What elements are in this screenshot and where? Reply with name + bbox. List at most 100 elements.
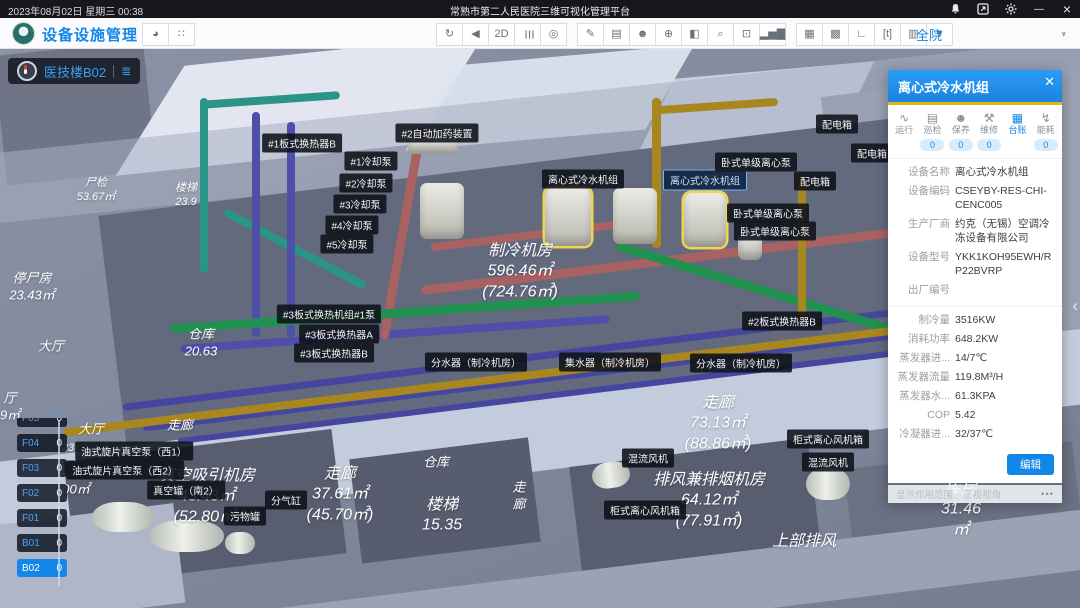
divider bbox=[113, 65, 114, 78]
equipment-label[interactable]: 真空罐（南2） bbox=[147, 481, 225, 500]
camera-icon: ◧ bbox=[689, 29, 699, 40]
label-line: 制冷机房 bbox=[482, 241, 558, 261]
tab-ledger[interactable]: ▦台账 bbox=[1003, 111, 1031, 154]
label-line: 混流风机 bbox=[808, 455, 848, 470]
equipment-label-selected[interactable]: 离心式冷水机组 bbox=[663, 170, 747, 191]
floor-scrollbar[interactable] bbox=[58, 420, 60, 586]
equipment-label[interactable]: 分气缸 bbox=[265, 491, 307, 510]
equipment-label[interactable]: #1板式换热器B bbox=[262, 134, 342, 153]
field-value: 5.42 bbox=[955, 408, 1054, 422]
equipment-label[interactable]: 分水器（制冷机房） bbox=[690, 354, 792, 373]
tab-run[interactable]: ∿运行 bbox=[890, 111, 918, 154]
equipment-label[interactable]: #2冷却泵 bbox=[339, 174, 392, 193]
measure-icon: ✎ bbox=[586, 29, 595, 40]
floor-label: F04 bbox=[22, 438, 39, 449]
equipment-label[interactable]: 混流风机 bbox=[622, 449, 674, 468]
pie-chart-button[interactable]: ◕ bbox=[142, 23, 169, 46]
label-line: 上部排风 bbox=[772, 532, 836, 552]
tool-globe-button[interactable]: ⊕ bbox=[655, 23, 682, 46]
label-line: 分气缸 bbox=[271, 493, 301, 508]
equipment-label[interactable]: #2自动加药装置 bbox=[395, 124, 478, 143]
tab-inspection[interactable]: ▤巡检0 bbox=[918, 111, 946, 154]
vacuum-pump-model bbox=[92, 502, 154, 532]
equipment-label[interactable]: 配电箱 bbox=[816, 115, 858, 134]
panel-body: ∿运行▤巡检0☻保养0⚒维修0▦台账↯能耗0 设备名称离心式冷水机组设备编码CS… bbox=[888, 105, 1062, 483]
tab-energy[interactable]: ↯能耗0 bbox=[1032, 111, 1060, 154]
equipment-label[interactable]: 配电箱 bbox=[851, 144, 893, 163]
equipment-label[interactable]: 油式旋片真空泵（西1） bbox=[75, 442, 193, 461]
tool-finance-button[interactable]: ▩ bbox=[822, 23, 849, 46]
equipment-label[interactable]: 卧式单级离心泵 bbox=[727, 204, 809, 223]
equipment-label[interactable]: #1冷却泵 bbox=[344, 152, 397, 171]
field-label: 消耗功率 bbox=[894, 332, 955, 346]
equipment-label[interactable]: 油式旋片真空泵（西2） bbox=[66, 461, 184, 480]
equipment-label[interactable]: 卧式单级离心泵 bbox=[734, 222, 816, 241]
equipment-label[interactable]: #3冷却泵 bbox=[333, 195, 386, 214]
equipment-label[interactable]: 分水器（制冷机房） bbox=[425, 353, 527, 372]
tab-upkeep[interactable]: ☻保养0 bbox=[947, 111, 975, 154]
upkeep-icon: ☻ bbox=[947, 111, 975, 125]
equipment-label[interactable]: 卧式单级离心泵 bbox=[715, 153, 797, 172]
equipment-label[interactable]: 离心式冷水机组 bbox=[542, 170, 624, 189]
tool-id-card-button[interactable]: ▤ bbox=[603, 23, 630, 46]
tool-layer-sliders-button[interactable]: ☰ bbox=[514, 23, 541, 46]
equipment-label[interactable]: 配电箱 bbox=[794, 172, 836, 191]
tool-search-button[interactable]: ⌕ bbox=[707, 23, 734, 46]
equipment-label[interactable]: 柜式离心风机箱 bbox=[604, 501, 686, 520]
close-icon[interactable]: ✕ bbox=[1044, 74, 1055, 90]
label-line: ㎡ bbox=[941, 520, 981, 540]
panel-title: 离心式冷水机组 bbox=[888, 77, 989, 96]
equipment-label[interactable]: 混流风机 bbox=[802, 453, 854, 472]
minimize-icon[interactable]: — bbox=[1032, 2, 1046, 16]
tab-label: 运行 bbox=[890, 125, 918, 136]
field-label: COP bbox=[894, 408, 955, 422]
tool-mode-2d-button[interactable]: 2D bbox=[488, 23, 515, 46]
tool-camera-button[interactable]: ◧ bbox=[681, 23, 708, 46]
tool-person-button[interactable]: ☻ bbox=[629, 23, 656, 46]
equipment-label[interactable]: 污物罐 bbox=[224, 507, 266, 526]
bell-icon[interactable] bbox=[948, 2, 962, 16]
equipment-label[interactable]: #5冷却泵 bbox=[320, 235, 373, 254]
minimap-controls[interactable]: ‒ ↗ bbox=[44, 410, 61, 421]
building-badge[interactable]: 医技楼B02 ≣ bbox=[8, 58, 140, 84]
panel-footer: 显示作用范围正视视角 ••• bbox=[888, 485, 1062, 503]
edit-button[interactable]: 编辑 bbox=[1007, 454, 1054, 475]
label-line: 配电箱 bbox=[822, 117, 852, 132]
equipment-label[interactable]: 柜式离心风机箱 bbox=[787, 430, 869, 449]
scope-dropdown[interactable]: 全院 ▾ bbox=[916, 25, 1066, 44]
label-line: 排风兼排烟机房 bbox=[653, 470, 765, 490]
more-options-icon[interactable]: ••• bbox=[1041, 489, 1054, 500]
footer-option[interactable]: 正视视角 bbox=[963, 487, 1001, 501]
list-icon[interactable]: ≣ bbox=[121, 64, 131, 78]
equipment-label[interactable]: #2板式换热器B bbox=[742, 312, 822, 331]
label-line: 真空罐（南2） bbox=[153, 483, 219, 498]
equipment-label[interactable]: #3板式换热机组#1泵 bbox=[277, 305, 381, 324]
equipment-label[interactable]: #4冷却泵 bbox=[325, 216, 378, 235]
footer-option[interactable]: 显示作用范围 bbox=[896, 487, 953, 501]
tool-edit-box-button[interactable]: ⊡ bbox=[733, 23, 760, 46]
equipment-label[interactable]: #3板式换热器A bbox=[299, 325, 379, 344]
tool-reset-view-button[interactable]: ↻ bbox=[436, 23, 463, 46]
label-line: 配电箱 bbox=[857, 146, 887, 161]
field-value: 61.3KPA bbox=[955, 389, 1054, 403]
equipment-label[interactable]: 集水器（制冷机房） bbox=[559, 353, 661, 372]
chiller-model bbox=[613, 188, 657, 244]
screenshot-icon[interactable] bbox=[976, 2, 990, 16]
settings-gear-icon[interactable] bbox=[1004, 2, 1018, 16]
tool-visibility-button[interactable]: ◎ bbox=[540, 23, 567, 46]
detail-row: 蒸发器进...14/7℃ bbox=[894, 351, 1054, 365]
tool-select-arrow-button[interactable]: ◀ bbox=[462, 23, 489, 46]
room-label: 走廊 bbox=[167, 418, 193, 435]
tool-table-button[interactable]: ▦ bbox=[796, 23, 823, 46]
floor-label: F03 bbox=[22, 463, 39, 474]
tool-measure-button[interactable]: ✎ bbox=[577, 23, 604, 46]
grid-button[interactable]: ∷ bbox=[168, 23, 195, 46]
close-icon[interactable]: × bbox=[1060, 2, 1074, 16]
badge-wrap: 0 bbox=[918, 139, 946, 154]
tool-pipeline-button[interactable]: ∟ bbox=[848, 23, 875, 46]
collapse-panel-chevron[interactable]: ‹ bbox=[1072, 296, 1078, 316]
equipment-label[interactable]: #3板式换热器B bbox=[294, 344, 374, 363]
tab-repair[interactable]: ⚒维修0 bbox=[975, 111, 1003, 154]
tool-tag-button[interactable]: [t] bbox=[874, 23, 901, 46]
tool-stats-button[interactable]: ▂▅▇ bbox=[759, 23, 786, 46]
